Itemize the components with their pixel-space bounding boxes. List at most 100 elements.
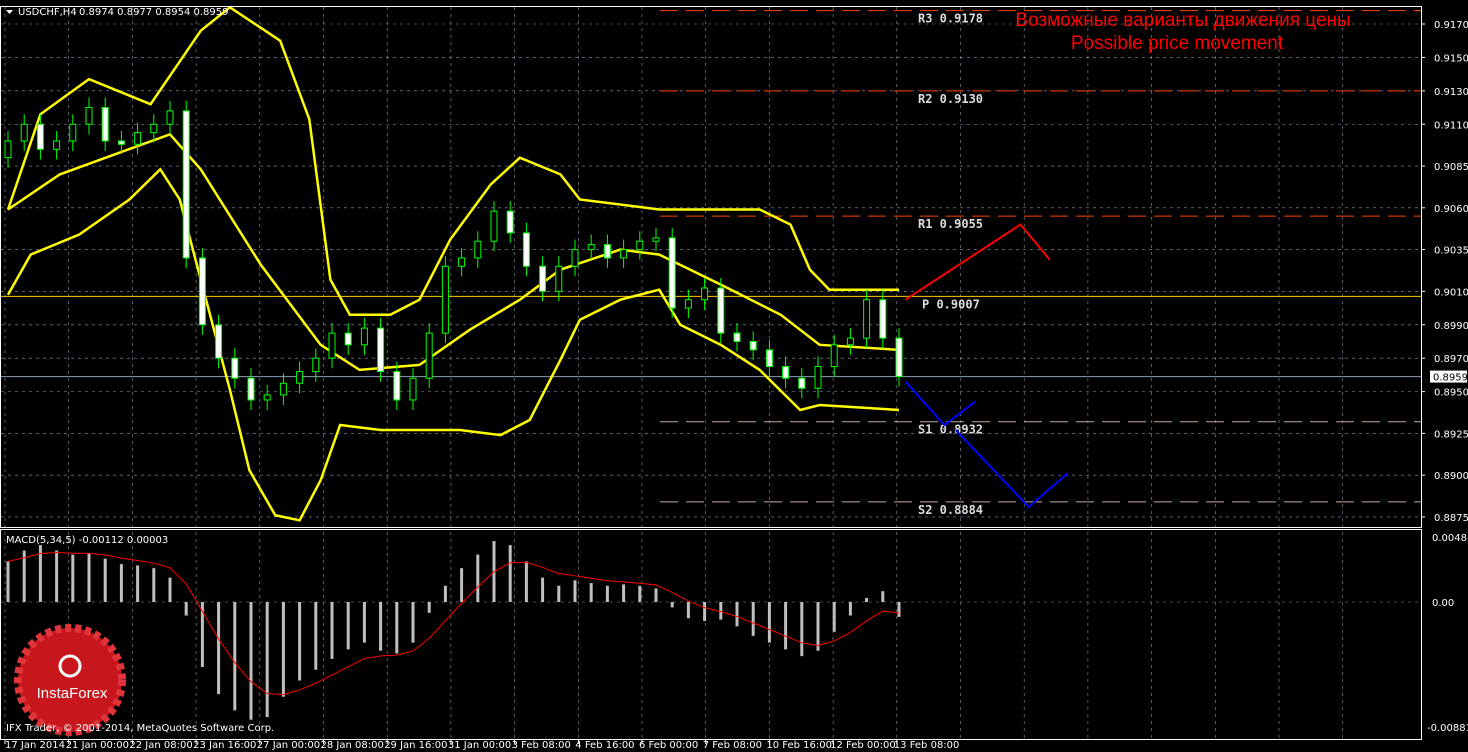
pivot-label-p: P 0.9007: [922, 297, 980, 311]
candle-bear: [506, 210, 514, 234]
time-tick: 12 Feb 00:00: [830, 740, 896, 751]
candle-bull: [636, 240, 644, 251]
symbol-label: USDCHF,H4: [18, 7, 77, 18]
price-tick: 0.8950: [1434, 388, 1468, 399]
logo-text: InstaForex: [37, 685, 108, 702]
candle-bull: [490, 210, 498, 242]
candle-bear: [36, 123, 44, 150]
price-tick: 0.9170: [1434, 20, 1468, 31]
candle-bull: [150, 123, 158, 134]
macd-label: MACD(5,34,5) -0.00112 0.00003: [6, 535, 168, 546]
time-tick: 17 Jan 2014: [5, 740, 65, 751]
candle-bear: [539, 265, 547, 292]
candle-bull: [360, 327, 368, 346]
candle-bear: [182, 110, 190, 259]
price-tick: 0.9060: [1434, 204, 1468, 215]
candle-bear: [733, 332, 741, 342]
time-tick: 6 Feb 00:00: [639, 740, 698, 751]
price-tick: 0.9110: [1434, 120, 1468, 131]
candle-bull: [652, 237, 660, 242]
time-tick: 29 Jan 16:00: [384, 740, 447, 751]
time-axis[interactable]: 17 Jan 2014 21 Jan 00:00 22 Jan 08:00 23 Ja…: [4, 740, 960, 751]
candle-bull: [69, 123, 77, 142]
time-tick: 13 Feb 08:00: [894, 740, 960, 751]
candle-bull: [555, 265, 563, 292]
time-tick: 31 Jan 00:00: [448, 740, 511, 751]
candle-bull: [53, 140, 61, 150]
price-tick: 0.9150: [1434, 53, 1468, 64]
candle-bull: [166, 110, 174, 125]
price-tick: 0.8970: [1434, 354, 1468, 365]
candle-bear: [798, 377, 806, 389]
candle-bear: [101, 107, 109, 142]
time-tick: 7 Feb 08:00: [703, 740, 762, 751]
time-tick: 22 Jan 08:00: [129, 740, 192, 751]
candle-bear: [522, 232, 530, 267]
candle-bear: [393, 371, 401, 401]
annotation-russian: Возможные варианты движения цены: [1015, 10, 1350, 31]
candle-bear: [749, 340, 757, 351]
candle-bull: [20, 123, 28, 142]
candle-bull: [830, 344, 838, 368]
price-tick: 0.9130: [1434, 87, 1468, 98]
price-tick: 0.8875: [1434, 513, 1468, 524]
time-tick: 3 Feb 08:00: [512, 740, 571, 751]
candle-bull: [4, 140, 12, 159]
price-tick: 0.9010: [1434, 287, 1468, 298]
candle-bear: [231, 357, 239, 379]
time-tick: 23 Jan 16:00: [193, 740, 256, 751]
candle-bull: [620, 249, 628, 259]
macd-tick: 0.00: [1432, 598, 1454, 609]
price-tick: 0.9085: [1434, 162, 1468, 173]
candle-bear: [765, 349, 773, 368]
candle-bear: [603, 244, 611, 259]
candle-bear: [377, 327, 385, 373]
time-tick: 28 Jan 08:00: [321, 740, 384, 751]
candle-bear: [879, 299, 887, 339]
time-tick: 27 Jan 00:00: [257, 740, 320, 751]
candle-bull: [458, 257, 466, 267]
candle-bear: [717, 287, 725, 334]
candle-bull: [684, 299, 692, 309]
time-tick: 21 Jan 00:00: [66, 740, 129, 751]
candle-bull: [328, 332, 336, 359]
candle-bear: [782, 366, 790, 379]
candle-bull: [863, 299, 871, 339]
candle-bull: [85, 107, 93, 125]
candle-bull: [814, 366, 822, 389]
candle-bull: [587, 244, 595, 251]
candle-bull: [134, 132, 142, 145]
annotation-english: Possible price movement: [1071, 33, 1284, 54]
price-tick: 0.8900: [1434, 471, 1468, 482]
candle-bull: [263, 394, 271, 401]
candle-bull: [571, 249, 579, 267]
macd-tick: 0.0048: [1432, 533, 1467, 544]
candle-bear: [215, 324, 223, 359]
candle-bull: [296, 371, 304, 384]
current-price-label: 0.8959: [1433, 373, 1468, 384]
candle-bear: [117, 140, 125, 145]
candle-bear: [247, 377, 255, 401]
candle-bull: [425, 332, 433, 379]
time-tick: 10 Feb 16:00: [766, 740, 832, 751]
candle-bear: [668, 237, 676, 309]
chart-background: [0, 0, 1468, 752]
candle-bull: [846, 337, 854, 346]
price-tick: 0.8925: [1434, 429, 1468, 440]
pivot-label-r2: R2 0.9130: [918, 92, 983, 106]
copyright: IFX Trader, © 2001-2014, MetaQuotes Soft…: [6, 723, 274, 734]
price-chart[interactable]: R3 0.9178 R2 0.9130 R1 0.9055 P 0.9007 S1 0.…: [0, 0, 1468, 752]
pivot-label-s1: S1 0.8932: [918, 423, 983, 437]
ohlc-readout: 0.8974 0.8977 0.8954 0.8959: [79, 7, 229, 18]
candle-bear: [198, 257, 206, 326]
candle-bull: [409, 377, 417, 401]
candle-bull: [701, 287, 709, 301]
macd-tick: -0.00881: [1427, 723, 1468, 734]
pivot-label-s2: S2 0.8884: [918, 503, 983, 517]
candle-bear: [895, 337, 903, 378]
candle-bear: [344, 332, 352, 346]
instaforex-logo: InstaForex: [14, 624, 126, 736]
time-tick: 4 Feb 16:00: [575, 740, 634, 751]
price-tick: 0.8990: [1434, 321, 1468, 332]
candle-bull: [312, 357, 320, 373]
